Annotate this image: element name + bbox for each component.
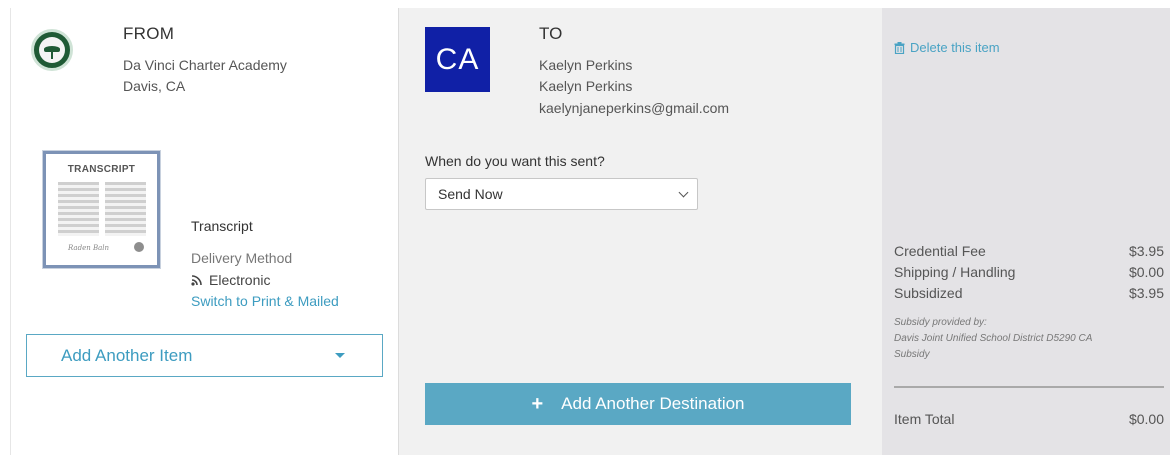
from-school-name: Da Vinci Charter Academy xyxy=(123,57,287,73)
item-total-amount: $0.00 xyxy=(1128,411,1164,427)
fee-row-shipping: Shipping / Handling $0.00 xyxy=(894,264,1164,280)
order-item-card: FROM Da Vinci Charter Academy Davis, CA … xyxy=(0,0,1170,455)
chevron-down-icon xyxy=(678,187,689,198)
item-name: Transcript xyxy=(191,218,253,234)
fee-row-subsidized: Subsidized $3.95 xyxy=(894,285,1164,301)
transcript-thumbnail-title: TRANSCRIPT xyxy=(67,164,136,175)
fees-divider xyxy=(894,386,1164,388)
fee-amount: $0.00 xyxy=(1128,264,1164,280)
fee-label: Credential Fee xyxy=(894,243,986,259)
fee-amount: $3.95 xyxy=(1128,285,1164,301)
recipient-name-secondary: Kaelyn Perkins xyxy=(539,78,633,94)
to-panel: CA TO Kaelyn Perkins Kaelyn Perkins kael… xyxy=(398,8,882,455)
recipient-name: Kaelyn Perkins xyxy=(539,57,633,73)
recipient-email: kaelynjaneperkins@gmail.com xyxy=(539,100,730,116)
transcript-column-right xyxy=(105,182,146,236)
fees-panel: Delete this item Credential Fee $3.95 Sh… xyxy=(882,8,1170,455)
add-another-destination-button[interactable]: + Add Another Destination xyxy=(425,383,851,425)
school-logo-emblem xyxy=(39,37,65,63)
subsidy-note-heading: Subsidy provided by: xyxy=(894,317,987,328)
subsidy-note-type: Subsidy xyxy=(894,349,930,360)
add-another-item-dropdown[interactable]: Add Another Item xyxy=(26,334,383,377)
from-panel: FROM Da Vinci Charter Academy Davis, CA … xyxy=(10,8,398,455)
school-logo xyxy=(31,29,73,71)
item-total-row: Item Total $0.00 xyxy=(894,411,1164,427)
to-heading: TO xyxy=(539,24,563,43)
signature-mark: Raden Baln xyxy=(68,244,110,252)
switch-to-print-link[interactable]: Switch to Print & Mailed xyxy=(191,293,339,309)
transcript-thumbnail: TRANSCRIPT Raden Baln xyxy=(43,151,160,268)
delivery-method-text: Electronic xyxy=(209,272,271,288)
fee-row-credential: Credential Fee $3.95 xyxy=(894,243,1164,259)
from-school-location: Davis, CA xyxy=(123,78,186,94)
seal-icon xyxy=(134,242,144,252)
add-another-destination-label: Add Another Destination xyxy=(561,394,745,413)
fee-label: Subsidized xyxy=(894,285,963,301)
subsidy-note-provider: Davis Joint Unified School District D529… xyxy=(894,333,1093,344)
delete-item-link[interactable]: Delete this item xyxy=(894,40,1000,55)
plus-icon: + xyxy=(531,393,544,415)
delivery-method-label: Delivery Method xyxy=(191,250,293,266)
send-timing-selected: Send Now xyxy=(438,186,503,202)
item-total-label: Item Total xyxy=(894,411,955,427)
delivery-method-value: Electronic xyxy=(191,272,270,288)
subsidy-note: Subsidy provided by: Davis Joint Unified… xyxy=(894,315,1154,363)
delete-item-label: Delete this item xyxy=(910,40,1000,55)
fee-amount: $3.95 xyxy=(1128,243,1164,259)
recipient-avatar: CA xyxy=(425,27,490,92)
transcript-thumbnail-body xyxy=(58,182,146,236)
add-another-item-label: Add Another Item xyxy=(61,345,193,365)
from-heading: FROM xyxy=(123,24,175,43)
send-timing-select[interactable]: Send Now xyxy=(425,178,698,210)
rss-icon xyxy=(191,275,202,286)
caret-down-icon xyxy=(335,353,345,358)
transcript-column-left xyxy=(58,182,99,236)
trash-icon xyxy=(894,41,905,54)
send-timing-label: When do you want this sent? xyxy=(425,153,605,169)
fee-label: Shipping / Handling xyxy=(894,264,1016,280)
